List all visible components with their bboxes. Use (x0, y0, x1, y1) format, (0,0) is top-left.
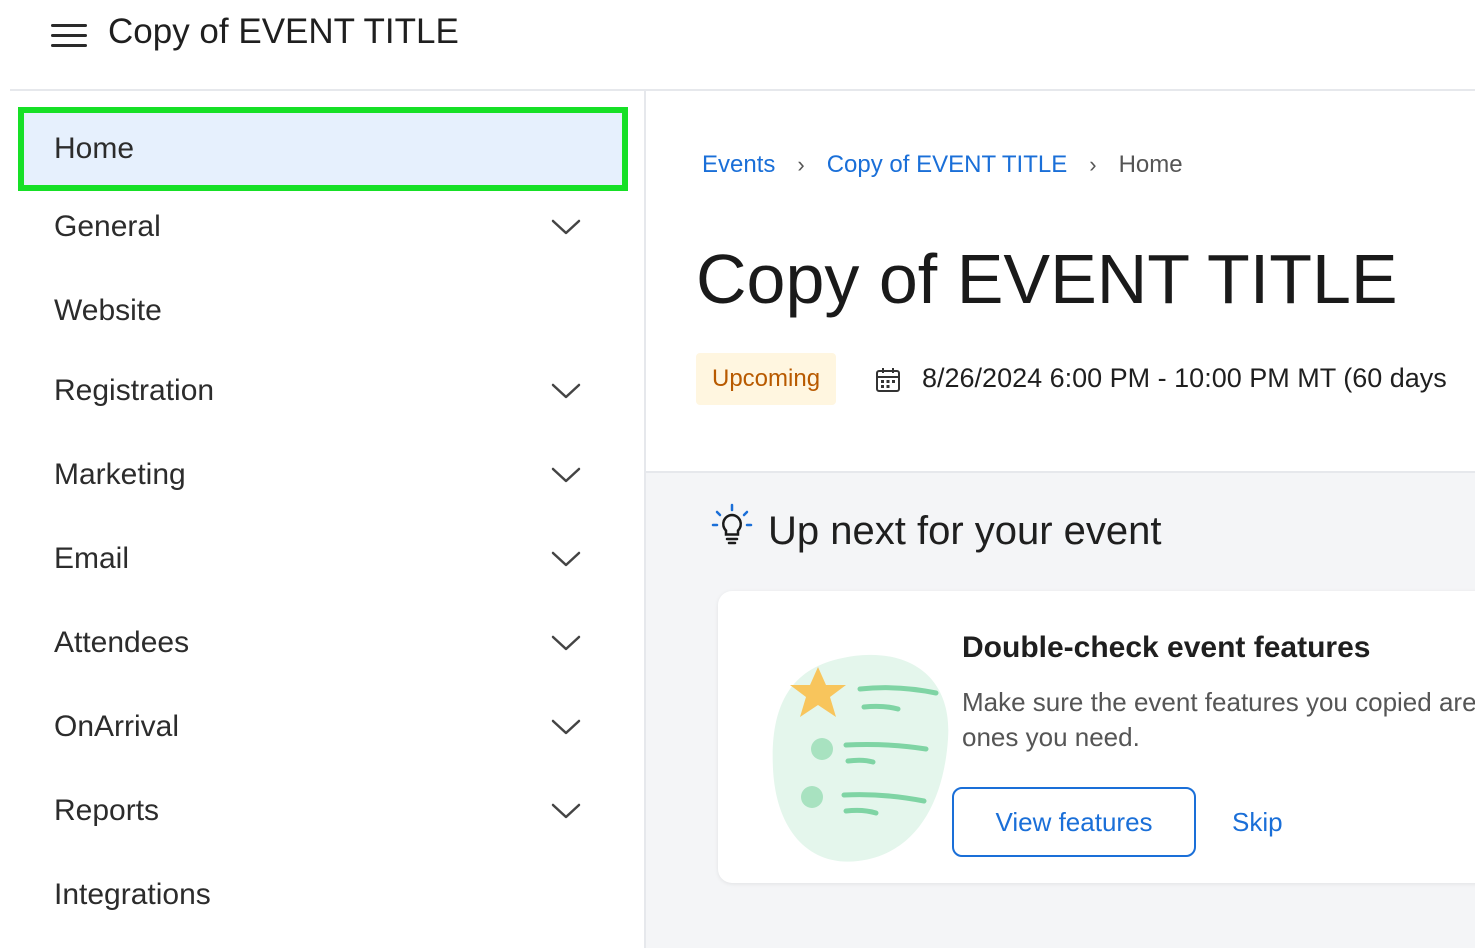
sidebar-item-marketing[interactable]: Marketing (24, 439, 622, 511)
chevron-down-icon[interactable] (550, 801, 582, 821)
view-features-button[interactable]: View features (952, 787, 1196, 857)
skip-button[interactable]: Skip (1232, 787, 1283, 857)
sidebar-item-attendees[interactable]: Attendees (24, 607, 622, 679)
page-title: Copy of EVENT TITLE (696, 240, 1398, 318)
sidebar-item-label: General (54, 210, 161, 243)
sidebar-item-registration[interactable]: Registration (24, 355, 622, 427)
checklist-illustration (772, 654, 949, 862)
feature-card: Double-check event features Make sure th… (718, 591, 1475, 883)
card-title: Double-check event features (962, 631, 1371, 664)
sidebar-nav: Home General Website Registration Market… (10, 89, 644, 948)
chevron-down-icon[interactable] (550, 217, 582, 237)
sidebar-item-website[interactable]: Website (24, 275, 622, 347)
sidebar-item-onarrival[interactable]: OnArrival (24, 691, 622, 763)
main-content: Events › Copy of EVENT TITLE › Home Copy… (644, 89, 1475, 948)
sidebar-item-reports[interactable]: Reports (24, 775, 622, 847)
card-description: Make sure the event features you copied … (962, 687, 1475, 752)
chevron-down-icon[interactable] (550, 717, 582, 737)
breadcrumb-event-link[interactable]: Copy of EVENT TITLE (827, 151, 1068, 179)
chevron-down-icon[interactable] (550, 381, 582, 401)
chevron-right-icon: › (797, 152, 805, 177)
chevron-down-icon[interactable] (550, 549, 582, 569)
sidebar-item-integrations[interactable]: Integrations (24, 859, 622, 931)
sidebar-item-label: Website (54, 294, 162, 327)
status-badge: Upcoming (696, 353, 837, 405)
sidebar-item-label: Reports (54, 794, 160, 827)
sidebar-item-label: OnArrival (54, 710, 180, 743)
sidebar-item-label: Integrations (54, 878, 211, 911)
sidebar-item-label: Home (54, 132, 135, 165)
top-bar: Copy of EVENT TITLE (0, 0, 1475, 88)
event-header: Events › Copy of EVENT TITLE › Home Copy… (646, 91, 1475, 473)
sidebar-item-label: Marketing (54, 458, 186, 491)
event-date: 8/26/2024 6:00 PM - 10:00 PM MT (60 days (922, 363, 1447, 393)
sidebar-item-label: Email (54, 542, 130, 575)
chevron-down-icon[interactable] (550, 465, 582, 485)
sidebar-item-home[interactable]: Home (18, 107, 628, 191)
chevron-down-icon[interactable] (550, 633, 582, 653)
chevron-right-icon: › (1089, 152, 1097, 177)
sidebar-item-general[interactable]: General (24, 191, 622, 263)
app-title: Copy of EVENT TITLE (108, 12, 459, 51)
hamburger-menu-icon[interactable] (48, 20, 90, 50)
sidebar-item-label: Attendees (54, 626, 190, 659)
sidebar-item-email[interactable]: Email (24, 523, 622, 595)
calendar-icon (876, 368, 900, 392)
section-heading: Up next for your event (768, 509, 1162, 553)
breadcrumb-current: Home (1118, 151, 1183, 178)
breadcrumb: Events › Copy of EVENT TITLE › Home (702, 151, 1183, 179)
breadcrumb-events-link[interactable]: Events (702, 151, 775, 179)
lightbulb-icon (711, 503, 753, 545)
up-next-section: Up next for your event Double-check even… (646, 473, 1475, 948)
sidebar-item-label: Registration (54, 374, 215, 407)
